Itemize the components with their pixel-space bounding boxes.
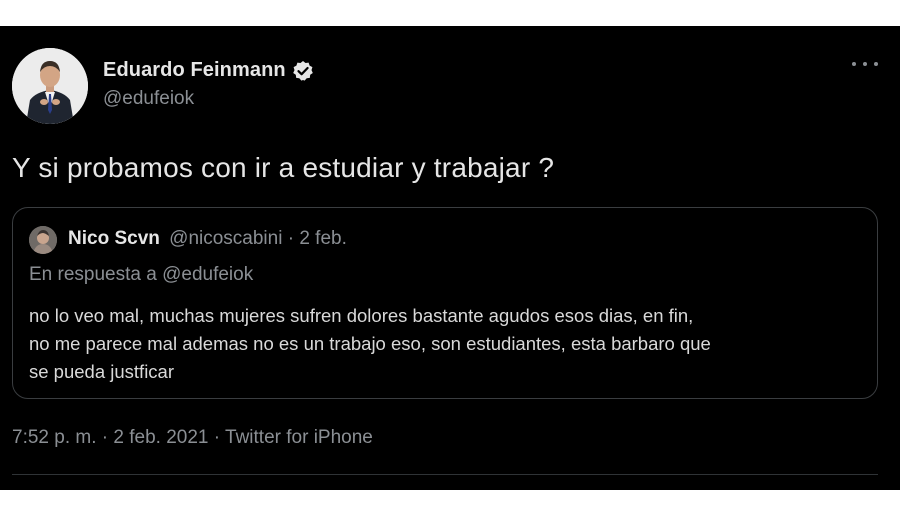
quoted-body-line: no lo veo mal, muchas mujeres sufren dol… (29, 305, 694, 326)
quoted-body: no lo veo mal, muchas mujeres sufren dol… (29, 302, 869, 386)
author-handle[interactable]: @edufeiok (103, 88, 194, 110)
author-avatar[interactable] (12, 48, 88, 124)
tweet-card: Eduardo Feinmann @edufeiok Y si probamos… (0, 26, 900, 490)
author-name-row: Eduardo Feinmann (103, 59, 314, 82)
tweet-source[interactable]: Twitter for iPhone (225, 427, 373, 448)
quoted-reply-to: En respuesta a @edufeiok (29, 264, 254, 285)
quoted-handle-date[interactable]: @nicoscabini · 2 feb. (169, 228, 347, 249)
tweet-time[interactable]: 7:52 p. m. (12, 427, 97, 448)
divider (12, 474, 878, 475)
more-horizontal-icon[interactable] (852, 56, 878, 72)
quoted-display-name[interactable]: Nico Scvn (68, 228, 160, 249)
quoted-avatar-image (29, 226, 57, 254)
meta-separator: · (213, 427, 221, 448)
tweet-text: Y si probamos con ir a estudiar y trabaj… (12, 152, 555, 183)
tweet-metadata: 7:52 p. m. · 2 feb. 2021 · Twitter for i… (12, 427, 373, 449)
quoted-body-line: se pueda justficar (29, 361, 175, 382)
more-dot (874, 62, 878, 66)
verified-badge-icon (292, 60, 314, 82)
quoted-author-avatar[interactable] (29, 226, 57, 254)
tweet-date[interactable]: 2 feb. 2021 (113, 427, 208, 448)
quoted-body-line: no me parece mal ademas no es un trabajo… (29, 333, 711, 354)
more-dot (852, 62, 856, 66)
author-avatar-image (12, 48, 88, 124)
quoted-tweet[interactable]: Nico Scvn @nicoscabini · 2 feb. En respu… (12, 207, 878, 399)
author-display-name[interactable]: Eduardo Feinmann (103, 59, 286, 82)
quoted-header: Nico Scvn @nicoscabini · 2 feb. (68, 228, 347, 250)
meta-separator: · (101, 427, 109, 448)
more-dot (863, 62, 867, 66)
